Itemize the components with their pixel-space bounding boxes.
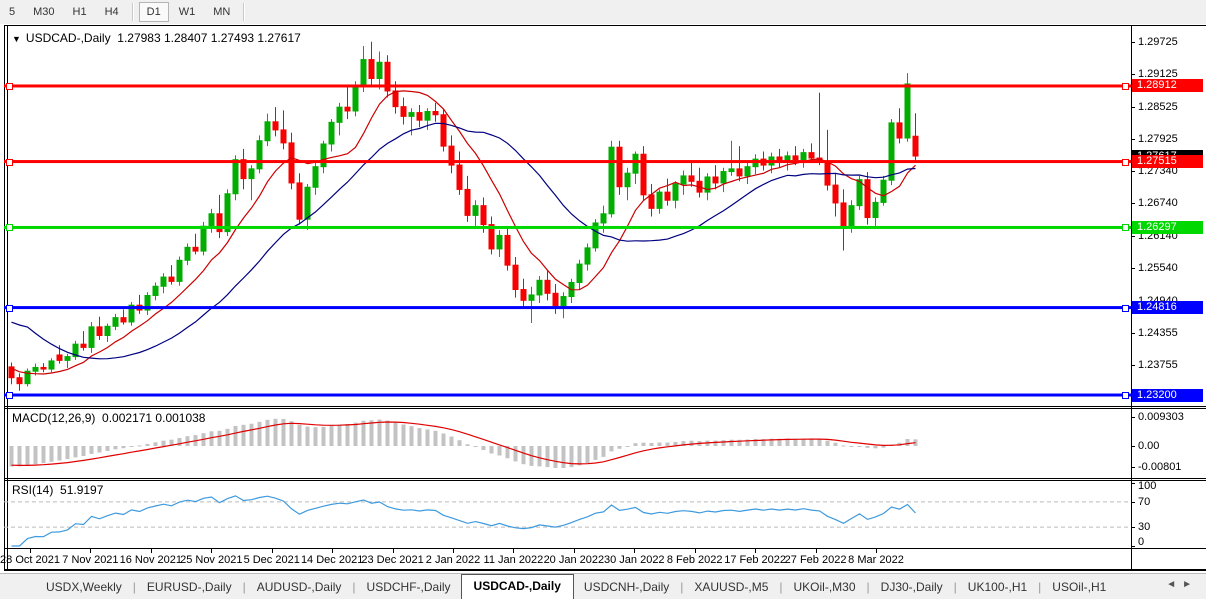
- rsi-indicator-label: RSI(14) 51.9197: [12, 483, 103, 497]
- chart-tab-usdcnh-daily[interactable]: USDCNH-,Daily: [574, 576, 679, 599]
- hline-endpoint-marker[interactable]: [1122, 159, 1129, 166]
- macd-axis-tick: [1131, 417, 1135, 418]
- time-axis-label: 8 Mar 2022: [834, 554, 918, 566]
- rsi-axis-label: 0: [1138, 536, 1202, 548]
- chart-tab-usoil-h1[interactable]: USOil-,H1: [1042, 576, 1116, 599]
- time-axis-tick: [90, 549, 91, 553]
- tab-scroll-right-icon[interactable]: ►: [1182, 579, 1198, 590]
- price-axis-tick: [1131, 236, 1135, 237]
- price-line-badge: 1.23200: [1132, 389, 1203, 402]
- price-axis-label: 1.26740: [1138, 197, 1202, 209]
- macd-axis-tick: [1131, 467, 1135, 468]
- price-axis-tick: [1131, 268, 1135, 269]
- price-axis-tick: [1131, 139, 1135, 140]
- price-axis-label: 1.27925: [1138, 133, 1202, 145]
- chart-title: ▼ USDCAD-,Daily 1.27983 1.28407 1.27493 1…: [12, 31, 301, 45]
- chart-plot-area[interactable]: [0, 0, 1206, 599]
- rsi-axis-tick: [1131, 502, 1135, 503]
- price-axis-label: 1.25540: [1138, 262, 1202, 274]
- chart-tab-uk100-h1[interactable]: UK100-,H1: [958, 576, 1037, 599]
- chart-symbol-period: USDCAD-,Daily: [26, 31, 111, 45]
- time-axis-tick: [453, 549, 454, 553]
- price-axis-tick: [1131, 74, 1135, 75]
- time-axis-tick: [634, 549, 635, 553]
- tab-scroll-left-icon[interactable]: ◄: [1166, 579, 1182, 590]
- tab-scroll-arrows: ◄►: [1166, 579, 1198, 590]
- trading-terminal-window: 5M30H1H4D1W1MN ▼USDCAD-,Daily 1.27983 1.…: [0, 0, 1206, 599]
- price-axis-label: 1.29725: [1138, 36, 1202, 48]
- hline-endpoint-marker[interactable]: [6, 392, 13, 399]
- chart-tab-usdcad-daily[interactable]: USDCAD-,Daily: [461, 574, 574, 599]
- chart-tab-dj30-daily[interactable]: DJ30-,Daily: [871, 576, 953, 599]
- rsi-axis-label: 100: [1138, 480, 1202, 492]
- chart-tab-bar: USDX,Weekly|EURUSD-,Daily|AUDUSD-,Daily|…: [0, 573, 1206, 599]
- time-axis-tick: [211, 549, 212, 553]
- price-axis-label: 1.28525: [1138, 101, 1202, 113]
- time-axis-tick: [332, 549, 333, 553]
- rsi-name: RSI(14): [12, 483, 53, 497]
- chart-ohlc-values: 1.27983 1.28407 1.27493 1.27617: [117, 31, 301, 45]
- price-axis-label: 1.24355: [1138, 327, 1202, 339]
- time-axis-tick: [755, 549, 756, 553]
- price-axis-tick: [1131, 171, 1135, 172]
- time-axis-tick: [695, 549, 696, 553]
- rsi-axis-label: 70: [1138, 496, 1202, 508]
- rsi-value: 51.9197: [60, 483, 103, 497]
- macd-axis-tick: [1131, 446, 1135, 447]
- chart-tab-ukoil-m30[interactable]: UKOil-,M30: [784, 576, 866, 599]
- price-axis-tick: [1131, 365, 1135, 366]
- macd-axis-label: 0.00: [1138, 440, 1202, 452]
- hline-endpoint-marker[interactable]: [1122, 83, 1129, 90]
- macd-axis-label: -0.00801: [1138, 461, 1202, 473]
- price-axis-tick: [1131, 203, 1135, 204]
- price-axis-tick: [1131, 333, 1135, 334]
- chart-dropdown-icon[interactable]: ▼: [12, 34, 21, 44]
- chart-tab-usdchf-daily[interactable]: USDCHF-,Daily: [357, 576, 461, 599]
- time-axis-tick: [574, 549, 575, 553]
- time-axis-tick: [513, 549, 514, 553]
- macd-values: 0.002171 0.001038: [102, 411, 205, 425]
- rsi-axis-tick: [1131, 527, 1135, 528]
- macd-indicator-label: MACD(12,26,9) 0.002171 0.001038: [12, 411, 205, 425]
- macd-name: MACD(12,26,9): [12, 411, 95, 425]
- rsi-axis-label: 30: [1138, 521, 1202, 533]
- time-axis-tick: [151, 549, 152, 553]
- hline-endpoint-marker[interactable]: [6, 83, 13, 90]
- time-axis-tick: [272, 549, 273, 553]
- chart-tab-usdx-weekly[interactable]: USDX,Weekly: [36, 576, 132, 599]
- rsi-axis-tick: [1131, 546, 1135, 547]
- time-axis-tick: [816, 549, 817, 553]
- hline-endpoint-marker[interactable]: [6, 224, 13, 231]
- price-line-badge: 1.24816: [1132, 301, 1203, 314]
- macd-axis-label: 0.009303: [1138, 411, 1202, 423]
- chart-tab-xauusd-m5[interactable]: XAUUSD-,M5: [684, 576, 778, 599]
- rsi-axis-tick: [1131, 483, 1135, 484]
- hline-endpoint-marker[interactable]: [6, 305, 13, 312]
- price-line-badge: 1.28912: [1132, 79, 1203, 92]
- time-axis-tick: [876, 549, 877, 553]
- hline-endpoint-marker[interactable]: [1122, 305, 1129, 312]
- hline-endpoint-marker[interactable]: [6, 159, 13, 166]
- price-axis-tick: [1131, 42, 1135, 43]
- chart-tab-audusd-daily[interactable]: AUDUSD-,Daily: [247, 576, 352, 599]
- hline-endpoint-marker[interactable]: [1122, 392, 1129, 399]
- price-line-badge: 1.27515: [1132, 155, 1203, 168]
- hline-endpoint-marker[interactable]: [1122, 224, 1129, 231]
- chart-tab-eurusd-daily[interactable]: EURUSD-,Daily: [137, 576, 242, 599]
- price-axis-label: 1.23755: [1138, 359, 1202, 371]
- price-axis-tick: [1131, 107, 1135, 108]
- time-axis-tick: [30, 549, 31, 553]
- time-axis-tick: [393, 549, 394, 553]
- price-line-badge: 1.26297: [1132, 221, 1203, 234]
